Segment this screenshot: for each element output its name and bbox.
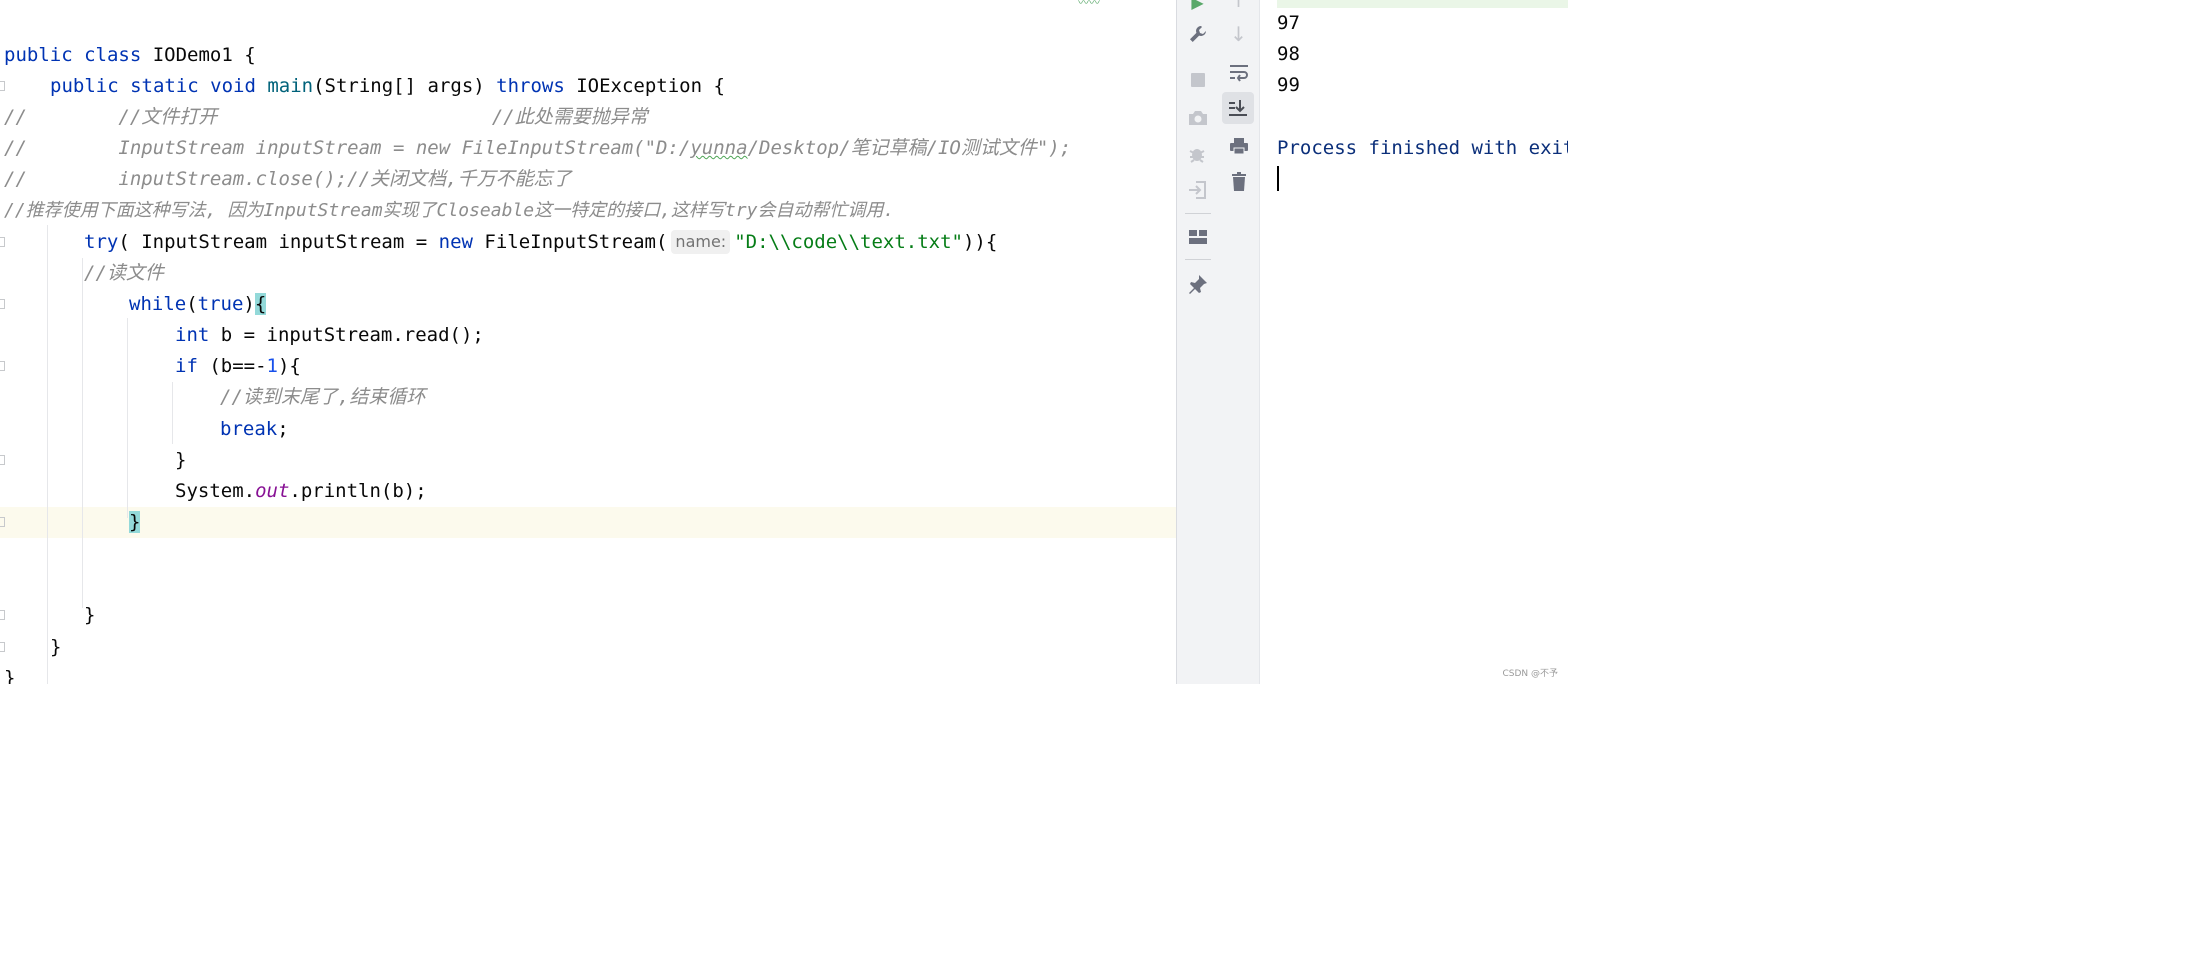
code-line-while: while(true){ xyxy=(129,293,267,315)
fold-marker[interactable] xyxy=(0,642,5,652)
current-line-highlight xyxy=(0,507,1176,538)
fold-marker[interactable] xyxy=(0,455,5,465)
console-scrolled-line xyxy=(1277,0,1568,8)
code-line-close-class: } xyxy=(4,667,16,684)
console-output-line: 97 xyxy=(1277,12,1300,34)
login-icon[interactable] xyxy=(1177,174,1218,206)
code-line-comment: //推荐使用下面这种写法, 因为InputStream实现了Closeable这… xyxy=(4,200,895,221)
down-arrow-icon[interactable]: ↓ xyxy=(1218,18,1259,50)
toolbar-separator xyxy=(1185,259,1211,260)
indent-guide xyxy=(82,258,83,608)
layout-icon[interactable] xyxy=(1177,221,1218,253)
fold-marker[interactable] xyxy=(0,237,5,247)
text-caret xyxy=(1277,166,1279,191)
change-marker-icon: 〰〰 xyxy=(1078,0,1104,6)
fold-marker[interactable] xyxy=(0,299,5,309)
run-icon[interactable]: ▶ xyxy=(1177,0,1218,18)
code-line-comment: // //文件打开 //此处需要抛异常 xyxy=(4,106,648,128)
watermark: CSDN @不予 xyxy=(1502,669,1558,679)
run-console[interactable]: 97 98 99 Process finished with exit xyxy=(1260,0,1568,684)
code-line-println: System.out.println(b); xyxy=(175,480,427,502)
code-line-int: int b = inputStream.read(); xyxy=(175,324,484,346)
console-output-line: 98 xyxy=(1277,43,1300,65)
code-line-try: try( InputStream inputStream = new FileI… xyxy=(84,230,998,254)
code-line-comment: // InputStream inputStream = new FileInp… xyxy=(4,137,1072,159)
run-toolbar: ▶ xyxy=(1176,0,1219,684)
matched-brace: } xyxy=(129,511,141,533)
soft-wrap-icon[interactable] xyxy=(1218,56,1259,88)
fold-marker[interactable] xyxy=(0,81,5,91)
code-editor[interactable]: 〰〰 public class IODemo1 { public static … xyxy=(0,0,1176,684)
camera-icon[interactable] xyxy=(1177,102,1218,134)
wrench-icon[interactable] xyxy=(1177,18,1218,50)
fold-marker[interactable] xyxy=(0,610,5,620)
up-arrow-icon[interactable]: ↑ xyxy=(1218,0,1259,16)
trash-icon[interactable] xyxy=(1218,166,1259,198)
indent-guide xyxy=(127,318,128,518)
code-line-close-try: } xyxy=(84,604,96,626)
parameter-hint: name: xyxy=(671,230,731,254)
matched-brace: { xyxy=(254,293,267,315)
toolbar-separator xyxy=(1185,213,1211,214)
code-line-close-main: } xyxy=(50,636,62,658)
code-line-close-if: } xyxy=(175,449,187,471)
print-icon[interactable] xyxy=(1218,130,1259,162)
debug-bug-icon[interactable] xyxy=(1177,138,1218,170)
scroll-to-end-icon[interactable] xyxy=(1222,92,1254,124)
console-toolbar: ↑ ↓ xyxy=(1218,0,1260,684)
console-output-line: 99 xyxy=(1277,74,1300,96)
indent-guide xyxy=(47,225,48,684)
process-finished-message: Process finished with exit xyxy=(1277,137,1568,159)
code-line-break: break; xyxy=(220,418,289,440)
code-line-class-decl: public class IODemo1 { xyxy=(4,44,256,66)
indent-guide xyxy=(172,382,173,444)
fold-marker[interactable] xyxy=(0,361,5,371)
stop-icon[interactable] xyxy=(1177,64,1218,96)
fold-marker[interactable] xyxy=(0,517,5,527)
code-line-comment: // inputStream.close();//关闭文档,千万不能忘了 xyxy=(4,168,572,190)
code-line-comment: //读文件 xyxy=(84,262,164,284)
code-line-if: if (b==-1){ xyxy=(175,355,301,377)
pin-icon[interactable] xyxy=(1177,268,1218,300)
code-line-close-while: } xyxy=(129,507,141,538)
code-line-comment: //读到末尾了,结束循环 xyxy=(220,386,426,408)
code-line-main-decl: public static void main(String[] args) t… xyxy=(50,75,725,97)
